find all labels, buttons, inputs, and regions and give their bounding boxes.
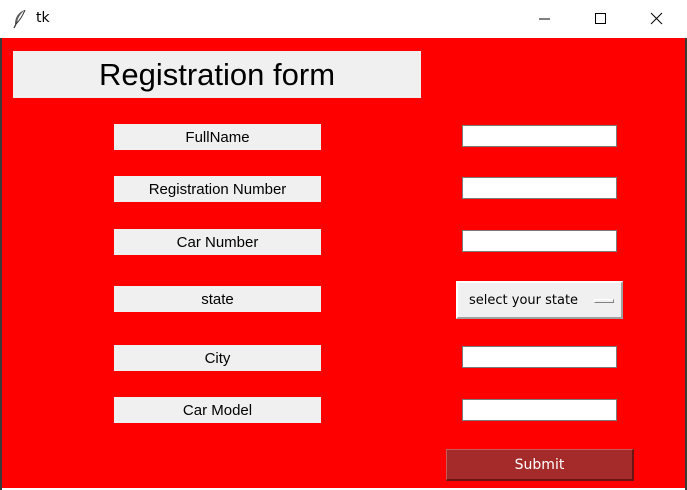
feather-icon [12,9,28,29]
registration-number-input[interactable] [462,177,617,199]
maximize-button[interactable] [578,0,624,38]
close-button[interactable] [634,0,680,38]
maximize-icon [595,13,606,24]
registration-number-label: Registration Number [114,176,321,202]
title-bar: tk [0,0,687,38]
city-input[interactable] [462,346,617,368]
minimize-icon [539,18,550,20]
state-dropdown[interactable]: select your state [456,281,623,319]
minimize-button[interactable] [522,0,568,38]
state-label: state [114,286,321,312]
close-icon [650,12,663,25]
car-model-label: Car Model [114,397,321,423]
city-label: City [114,345,321,371]
car-number-label: Car Number [114,229,321,255]
fullname-input[interactable] [462,125,617,147]
window-title: tk [36,10,50,26]
fullname-label: FullName [114,124,321,150]
dropdown-indicator-icon [594,299,614,303]
submit-button[interactable]: Submit [446,449,634,481]
state-selected-value: select your state [469,293,579,308]
form-heading: Registration form [13,51,421,98]
car-number-input[interactable] [462,230,617,252]
car-model-input[interactable] [462,399,617,421]
